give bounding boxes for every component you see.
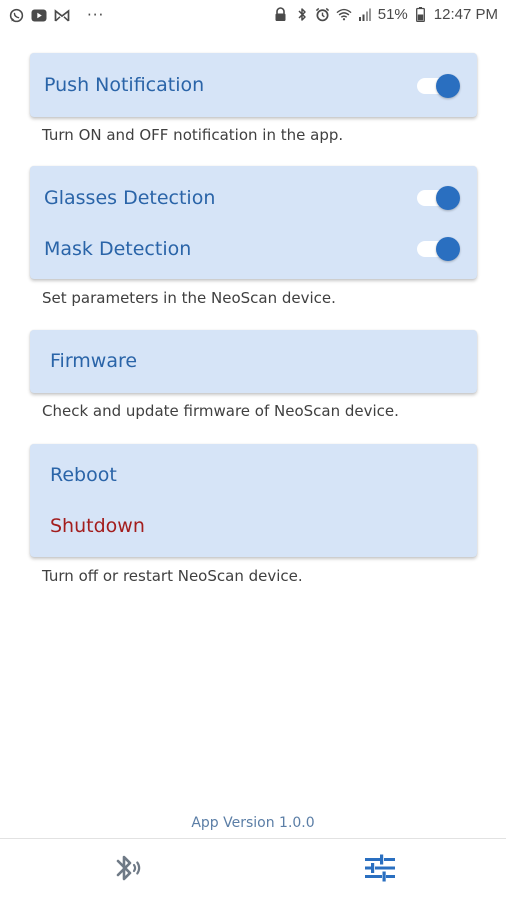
notification-caption: Turn ON and OFF notification in the app. <box>42 126 344 144</box>
settings-sliders-icon <box>362 850 398 890</box>
glasses-detection-row[interactable]: Glasses Detection <box>30 173 477 224</box>
shutdown-row[interactable]: Shutdown <box>30 501 477 552</box>
push-notification-row[interactable]: Push Notification <box>30 53 477 117</box>
mask-detection-toggle[interactable] <box>417 237 460 261</box>
detection-card: Glasses Detection Mask Detection <box>30 166 477 279</box>
mask-detection-label: Mask Detection <box>44 238 192 260</box>
signal-icon <box>357 7 373 23</box>
whatsapp-icon <box>8 7 24 23</box>
nav-settings[interactable] <box>253 839 506 901</box>
power-card: Reboot Shutdown <box>30 444 477 557</box>
bluetooth-status-icon <box>294 7 310 23</box>
battery-icon <box>413 7 429 23</box>
notification-card: Push Notification <box>30 53 477 117</box>
youtube-icon <box>31 7 47 23</box>
firmware-label: Firmware <box>50 350 138 372</box>
app-version: App Version 1.0.0 <box>191 815 315 831</box>
glasses-detection-label: Glasses Detection <box>44 187 216 209</box>
wifi-icon <box>336 7 352 23</box>
status-left-icons: ··· <box>8 6 104 24</box>
glasses-detection-toggle[interactable] <box>417 186 460 210</box>
power-caption: Turn off or restart NeoScan device. <box>42 567 303 585</box>
bluetooth-icon <box>109 850 145 890</box>
shutdown-button[interactable]: Shutdown <box>50 501 145 552</box>
status-right-icons: 51% 12:47 PM <box>273 6 498 23</box>
firmware-caption: Check and update firmware of NeoScan dev… <box>42 402 399 420</box>
mask-detection-row[interactable]: Mask Detection <box>30 224 477 275</box>
status-bar: ··· 51% 12:47 PM <box>0 0 506 32</box>
battery-percentage: 51% <box>377 6 408 23</box>
alarm-icon <box>315 7 331 23</box>
nav-bluetooth[interactable] <box>0 839 253 901</box>
toggle-knob <box>436 186 460 210</box>
toggle-knob <box>436 74 460 98</box>
clock: 12:47 PM <box>433 6 498 23</box>
reboot-button[interactable]: Reboot <box>50 450 117 501</box>
firmware-card: Firmware <box>30 330 477 393</box>
toggle-knob <box>436 237 460 261</box>
detection-caption: Set parameters in the NeoScan device. <box>42 289 336 307</box>
reboot-row[interactable]: Reboot <box>30 450 477 501</box>
push-notification-toggle[interactable] <box>417 74 460 98</box>
more-notifications-icon: ··· <box>87 6 105 24</box>
gmail-icon <box>54 7 70 23</box>
lock-icon <box>273 7 289 23</box>
firmware-row[interactable]: Firmware <box>30 330 477 393</box>
push-notification-label: Push Notification <box>44 74 205 96</box>
bottom-navigation <box>0 838 506 901</box>
